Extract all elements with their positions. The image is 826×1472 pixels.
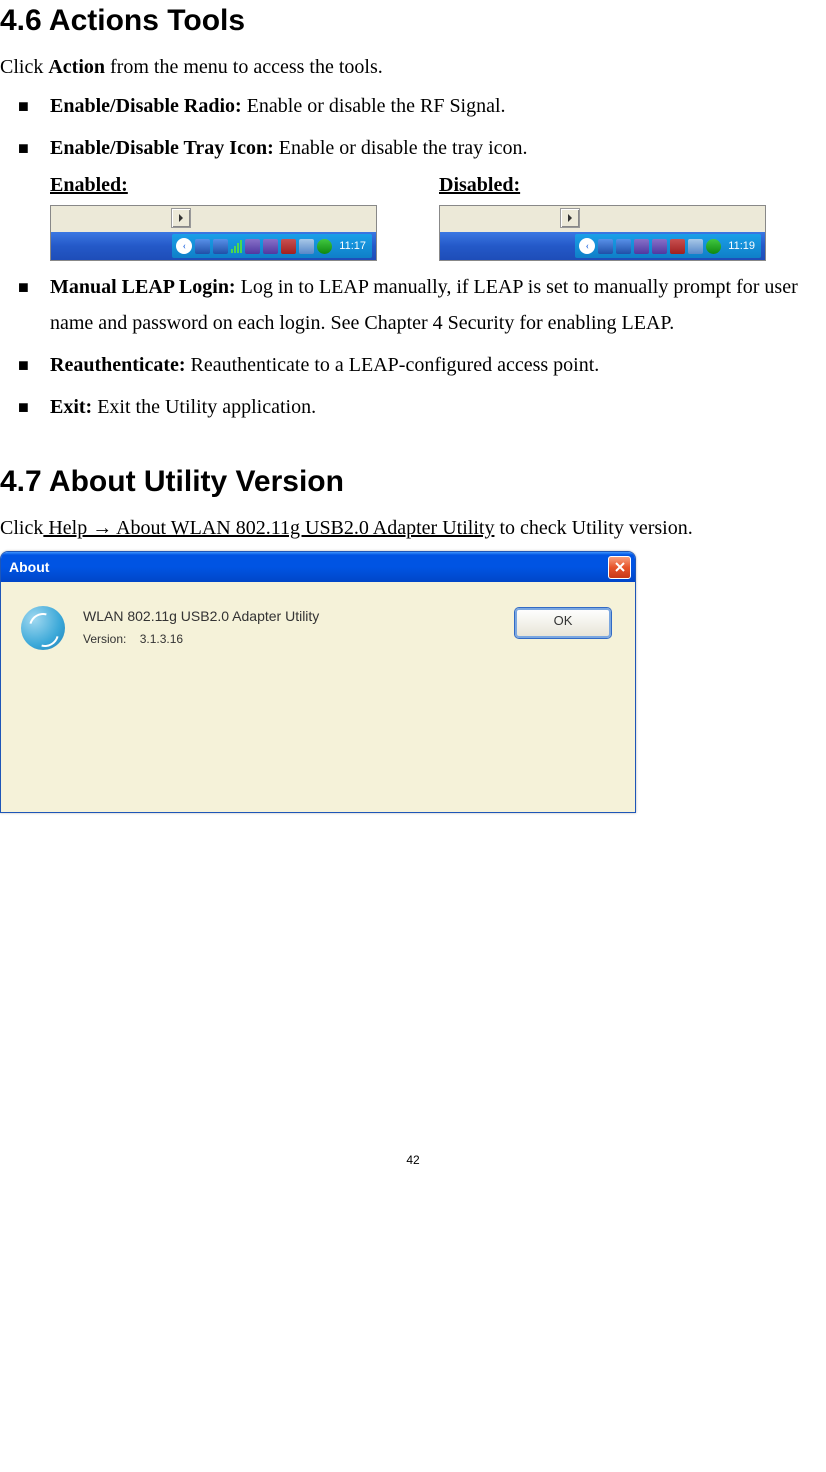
clock-text: 11:17 xyxy=(339,240,368,252)
tray-icon[interactable] xyxy=(281,239,296,254)
intro-prefix: Click xyxy=(0,56,48,78)
ok-button[interactable]: OK xyxy=(515,608,611,638)
close-icon xyxy=(615,562,625,572)
item-bold: Exit: xyxy=(50,396,97,418)
dialog-body: WLAN 802.11g USB2.0 Adapter Utility Vers… xyxy=(1,582,635,812)
taskbar-disabled-screenshot: ‹ 11:19 xyxy=(439,205,766,261)
scroll-right-button[interactable] xyxy=(560,208,580,228)
about-intro: Click Help → About WLAN 802.11g USB2.0 A… xyxy=(0,513,826,543)
version-label: Version: xyxy=(83,632,126,646)
close-button[interactable] xyxy=(608,556,631,579)
intro-suffix: from the menu to access the tools. xyxy=(105,56,383,78)
item-text: Exit the Utility application. xyxy=(97,396,316,418)
item-text: Enable or disable the RF Signal. xyxy=(247,95,506,117)
tray-icon[interactable] xyxy=(634,239,649,254)
item-bold: Reauthenticate: xyxy=(50,354,191,376)
tray-expand-icon[interactable]: ‹ xyxy=(579,238,595,254)
tray-icon[interactable] xyxy=(652,239,667,254)
taskbar-enabled-screenshot: ‹ 11:17 xyxy=(50,205,377,261)
section-heading-actions: 4.6 Actions Tools xyxy=(0,4,826,38)
signal-bars-icon[interactable] xyxy=(231,239,242,253)
tray-icon[interactable] xyxy=(299,239,314,254)
section-heading-about: 4.7 About Utility Version xyxy=(0,465,826,499)
title-bar: About xyxy=(1,552,635,582)
tray-icon[interactable] xyxy=(245,239,260,254)
network-icon[interactable] xyxy=(195,239,210,254)
tray-icon[interactable] xyxy=(263,239,278,254)
clock-text: 11:19 xyxy=(728,240,757,252)
monitor-icon[interactable] xyxy=(616,239,631,254)
list-item: Manual LEAP Login: Log in to LEAP manual… xyxy=(0,269,826,341)
item-text: Enable or disable the tray icon. xyxy=(279,137,528,159)
about-intro-underline: Help → About WLAN 802.11g USB2.0 Adapter… xyxy=(43,517,494,539)
item-text: Reauthenticate to a LEAP-configured acce… xyxy=(191,354,600,376)
dialog-title: About xyxy=(9,559,608,575)
scroll-right-button[interactable] xyxy=(171,208,191,228)
tray-icon[interactable] xyxy=(317,239,332,254)
enabled-label: Enabled: xyxy=(50,174,377,197)
about-intro-suffix: to check Utility version. xyxy=(494,517,692,539)
list-item: Enable/Disable Radio: Enable or disable … xyxy=(0,88,826,124)
item-bold: Enable/Disable Radio: xyxy=(50,95,247,117)
intro-text: Click Action from the menu to access the… xyxy=(0,52,826,82)
tray-icon[interactable] xyxy=(688,239,703,254)
network-icon[interactable] xyxy=(598,239,613,254)
about-dialog: About WLAN 802.11g USB2.0 Adapter Utilit… xyxy=(0,551,636,813)
list-item: Enable/Disable Tray Icon: Enable or disa… xyxy=(0,130,826,166)
list-item: Exit: Exit the Utility application. xyxy=(0,389,826,425)
list-item: Reauthenticate: Reauthenticate to a LEAP… xyxy=(0,347,826,383)
version-value: 3.1.3.16 xyxy=(140,632,183,646)
tray-icon[interactable] xyxy=(670,239,685,254)
item-bold: Enable/Disable Tray Icon: xyxy=(50,137,279,159)
tray-icon[interactable] xyxy=(706,239,721,254)
monitor-icon[interactable] xyxy=(213,239,228,254)
about-intro-prefix: Click xyxy=(0,517,43,539)
item-bold: Manual LEAP Login: xyxy=(50,276,241,298)
page-number: 42 xyxy=(0,1153,826,1167)
tray-expand-icon[interactable]: ‹ xyxy=(176,238,192,254)
disabled-label: Disabled: xyxy=(439,174,766,197)
app-icon xyxy=(21,606,65,650)
intro-bold: Action xyxy=(48,56,105,78)
